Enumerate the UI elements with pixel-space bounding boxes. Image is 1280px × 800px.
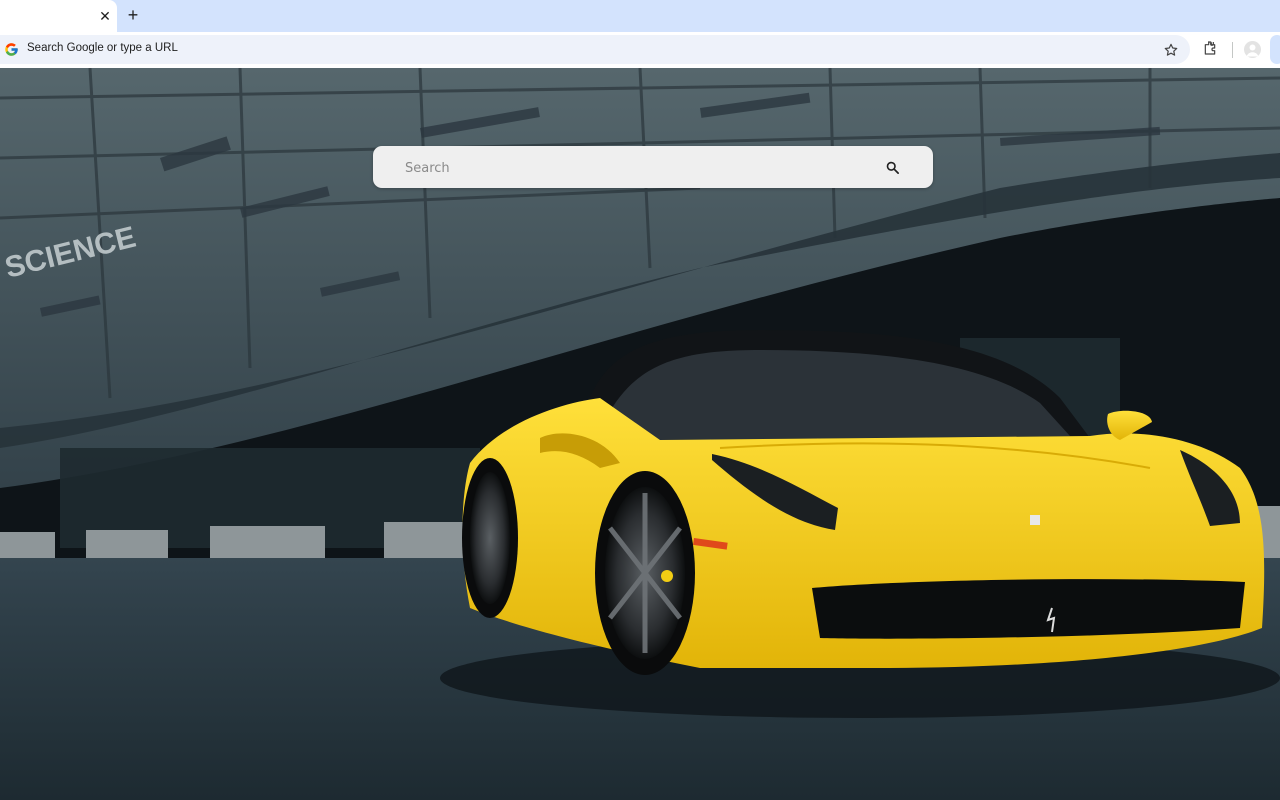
profile-icon[interactable] [1244, 41, 1261, 58]
toolbar-divider [1232, 42, 1233, 58]
address-bar[interactable]: Search Google or type a URL [0, 35, 1190, 64]
tab-new-tab-page[interactable]: ✕ [0, 0, 117, 32]
address-bar-placeholder: Search Google or type a URL [27, 42, 178, 54]
tab-strip: ✕ + [0, 0, 1280, 32]
google-g-icon [5, 43, 18, 56]
tab-close-icon[interactable]: ✕ [96, 7, 114, 25]
search-input[interactable] [403, 146, 877, 190]
extensions-icon[interactable] [1202, 40, 1218, 56]
profile-avatar-icon [1246, 44, 1259, 57]
new-tab-plus-icon[interactable]: + [123, 5, 143, 25]
page-search-box [373, 146, 933, 190]
browser-menu-button[interactable] [1270, 35, 1280, 64]
search-icon[interactable] [885, 160, 900, 175]
bookmark-star-icon[interactable] [1163, 42, 1179, 58]
browser-toolbar: Search Google or type a URL [0, 32, 1280, 68]
